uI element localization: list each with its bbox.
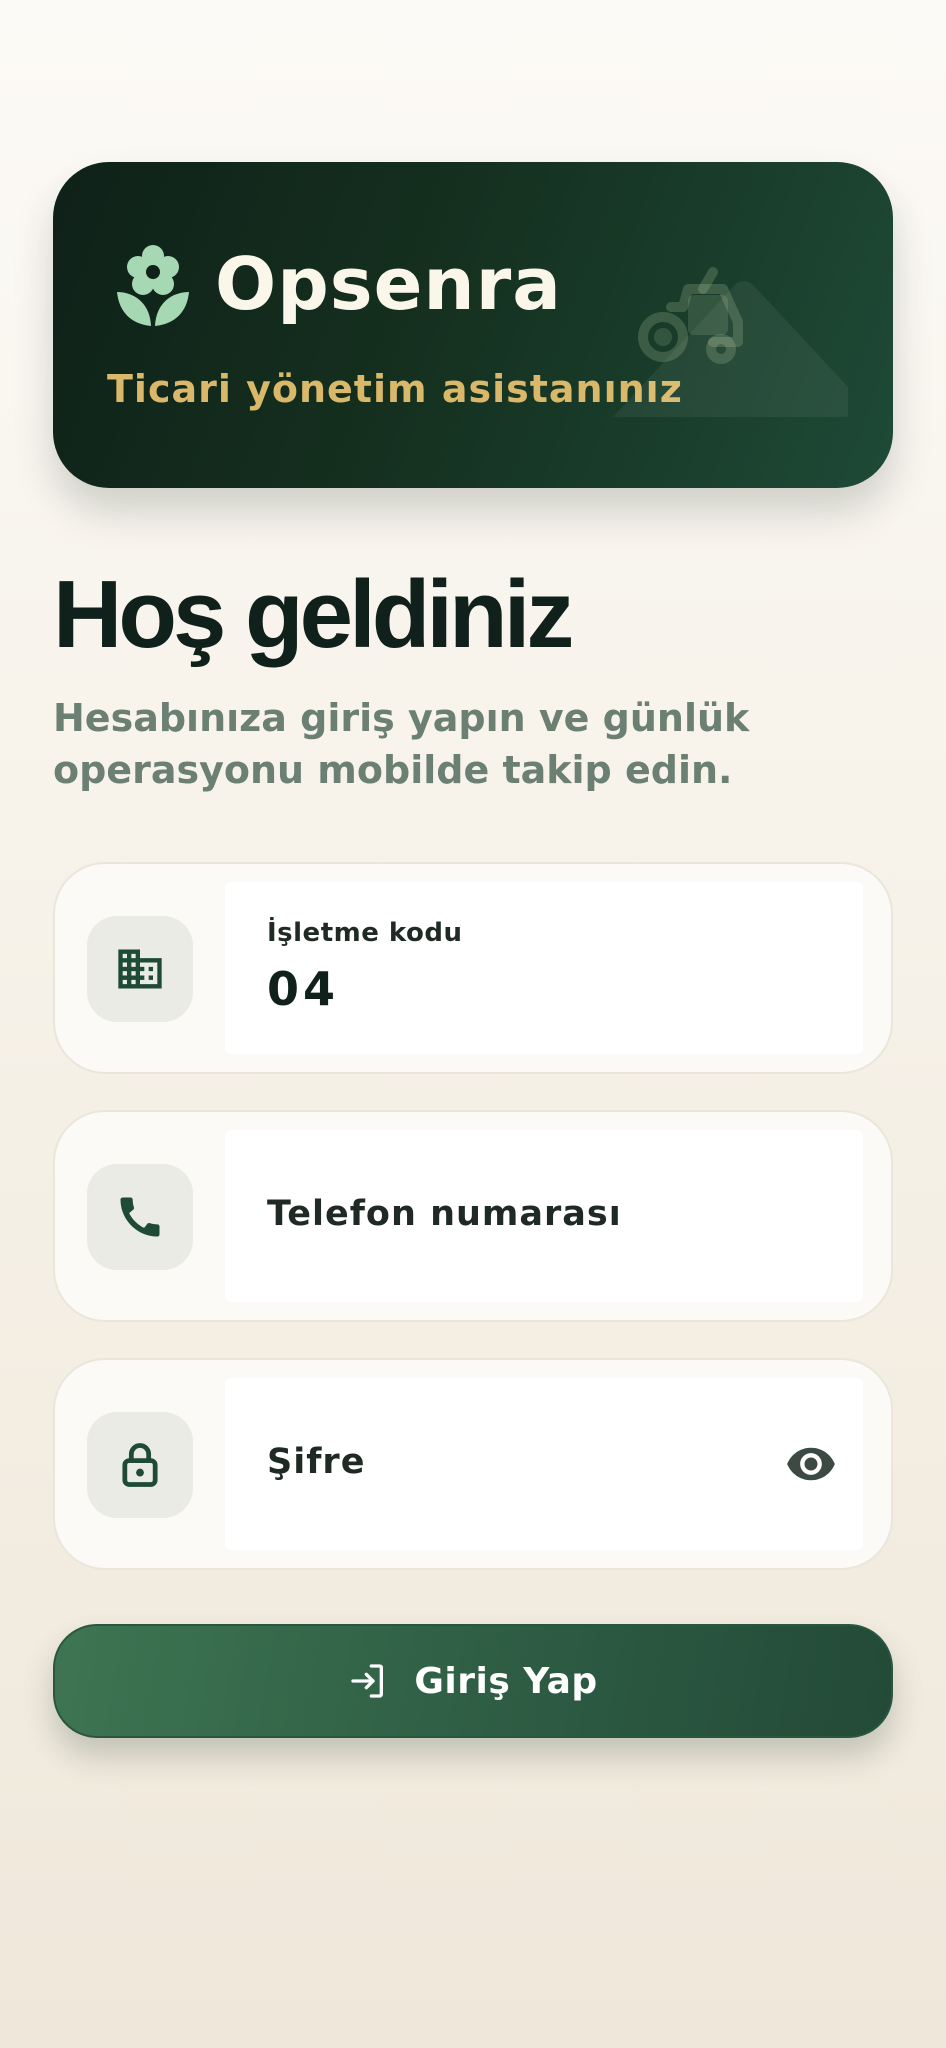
show-password-button[interactable] xyxy=(783,1436,839,1492)
brand-name: Opsenra xyxy=(215,242,562,326)
login-icon xyxy=(351,1664,384,1698)
phone-icon xyxy=(120,1197,160,1237)
eye-icon xyxy=(787,1447,835,1481)
phone-icon-box xyxy=(87,1164,193,1270)
business-code-label: İşletme kodu xyxy=(267,918,463,948)
brand-row: Opsenra xyxy=(113,242,562,326)
welcome-title: Hoş geldiniz xyxy=(53,561,574,668)
business-code-value[interactable]: 04 xyxy=(267,962,339,1016)
phone-placeholder: Telefon numarası xyxy=(267,1194,622,1234)
business-code-input[interactable]: İşletme kodu 04 xyxy=(225,882,863,1054)
login-button[interactable]: Giriş Yap xyxy=(53,1624,893,1738)
password-field[interactable]: Şifre xyxy=(53,1358,893,1570)
password-input[interactable]: Şifre xyxy=(225,1378,863,1550)
tractor-icon xyxy=(613,267,848,417)
password-placeholder: Şifre xyxy=(267,1442,366,1482)
phone-field[interactable]: Telefon numarası xyxy=(53,1110,893,1322)
brand-card: Opsenra Ticari yönetim asistanınız xyxy=(53,162,893,488)
flower-icon xyxy=(117,245,189,326)
building-icon xyxy=(118,949,162,989)
building-icon-box xyxy=(87,916,193,1022)
lock-icon xyxy=(122,1443,158,1487)
login-button-label: Giriş Yap xyxy=(414,1660,598,1702)
business-code-field[interactable]: İşletme kodu 04 xyxy=(53,862,893,1074)
brand-tagline: Ticari yönetim asistanınız xyxy=(107,367,683,411)
phone-input[interactable]: Telefon numarası xyxy=(225,1130,863,1302)
lock-icon-box xyxy=(87,1412,193,1518)
welcome-subtitle: Hesabınıza giriş yapın ve günlük operasy… xyxy=(53,696,750,792)
